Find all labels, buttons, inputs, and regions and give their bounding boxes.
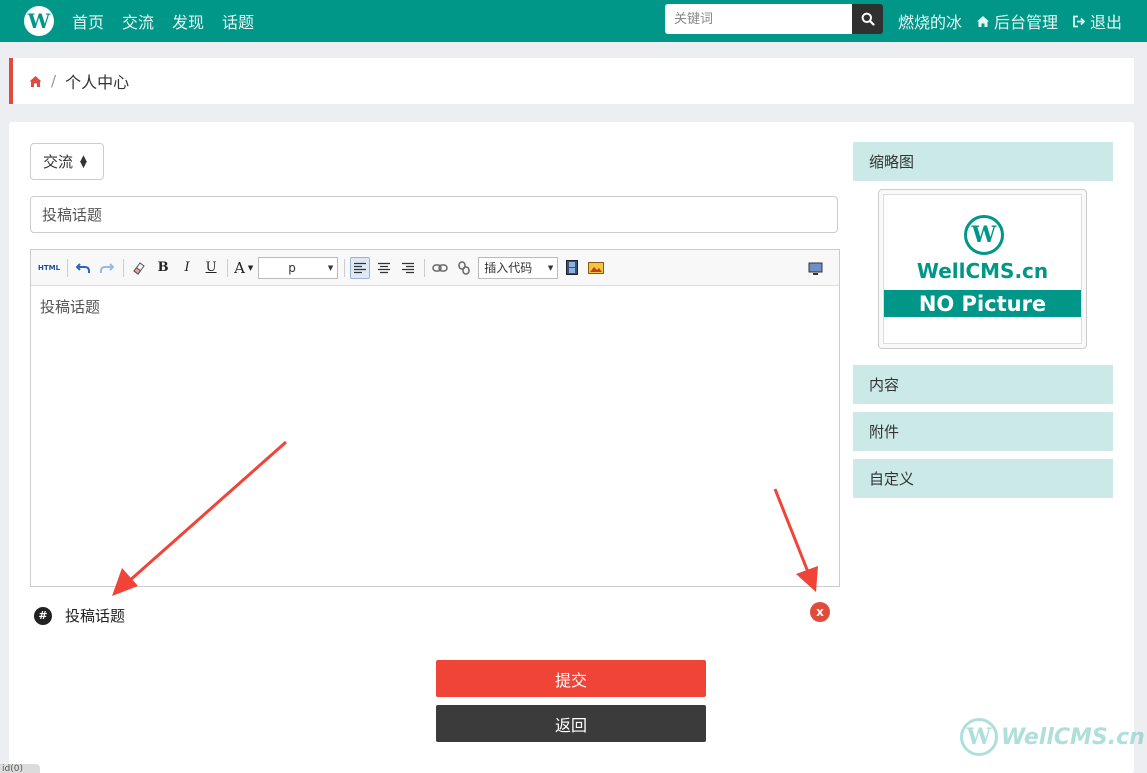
toolbar-divider (123, 258, 125, 277)
nav-admin-link[interactable]: 后台管理 (976, 9, 1058, 33)
thumbnail-brand-text: WellCMS.cn (916, 259, 1049, 283)
align-right-icon (402, 262, 415, 273)
insert-link-button[interactable] (430, 257, 450, 279)
top-navbar: W 首页 交流 发现 话题 燃烧的冰 后台管理 退出 (0, 0, 1147, 42)
bold-button[interactable]: B (153, 257, 173, 279)
topic-tag: # 投稿话题 (34, 605, 125, 626)
status-hint: id(0) (0, 764, 40, 773)
editor-toolbar: HTML B I U A ▼ p ▼ 插入代码 ▼ (31, 250, 839, 286)
sort-caret-icon: ▲ ▼ (80, 153, 87, 170)
no-picture-label: NO Picture (884, 290, 1081, 317)
redo-icon (100, 262, 115, 273)
search-box (665, 4, 883, 34)
insert-video-button[interactable] (562, 257, 582, 279)
toolbar-divider (344, 258, 346, 277)
dropdown-caret-icon: ▼ (327, 263, 334, 272)
align-right-button[interactable] (398, 257, 418, 279)
site-logo[interactable]: W (24, 6, 54, 36)
toolbar-divider (67, 258, 69, 277)
html-label: HTML (38, 263, 61, 272)
forum-select[interactable]: 交流 ▲ ▼ (30, 143, 104, 180)
rich-text-editor: HTML B I U A ▼ p ▼ 插入代码 ▼ 投稿话题 (30, 249, 840, 587)
paragraph-format-value: p (288, 260, 296, 275)
dropdown-caret-icon: ▼ (247, 263, 254, 272)
font-color-button[interactable]: A ▼ (233, 257, 254, 279)
italic-button[interactable]: I (177, 257, 197, 279)
fullscreen-button[interactable] (805, 258, 825, 280)
back-button[interactable]: 返回 (436, 705, 706, 742)
custom-section-header[interactable]: 自定义 (853, 459, 1113, 498)
align-center-icon (378, 262, 391, 273)
search-icon (861, 12, 875, 26)
hashtag-icon: # (34, 606, 52, 625)
film-icon (566, 260, 579, 275)
image-icon (588, 261, 605, 274)
submit-button[interactable]: 提交 (436, 660, 706, 697)
thumbnail-section-header[interactable]: 缩略图 (853, 142, 1113, 181)
undo-button[interactable] (73, 257, 93, 279)
undo-icon (76, 262, 91, 273)
thumbnail-preview[interactable]: W WellCMS.cn NO Picture (878, 189, 1087, 349)
nav-logout-link[interactable]: 退出 (1072, 9, 1122, 33)
home-icon[interactable] (28, 75, 43, 88)
nav-user-label: 燃烧的冰 (898, 13, 963, 32)
underline-button[interactable]: U (201, 257, 221, 279)
nav-logout-label: 退出 (1090, 13, 1123, 32)
nav-link-forum[interactable]: 交流 (122, 9, 154, 33)
remove-tag-button[interactable]: x (810, 602, 830, 622)
content-section-header[interactable]: 内容 (853, 365, 1113, 404)
dropdown-caret-icon: ▼ (547, 263, 554, 272)
sign-out-icon (1073, 15, 1086, 27)
eraser-icon (133, 261, 145, 275)
paragraph-format-select[interactable]: p ▼ (258, 256, 339, 279)
align-left-button[interactable] (350, 256, 371, 279)
eraser-button[interactable] (129, 257, 149, 279)
home-icon (977, 15, 990, 27)
forum-select-value: 交流 (43, 153, 74, 171)
insert-code-label: 插入代码 (484, 261, 533, 275)
redo-button[interactable] (97, 257, 117, 279)
wellcms-watermark: W WellCMS.cn (960, 718, 1145, 756)
content-section-label: 内容 (869, 376, 900, 394)
insert-code-select[interactable]: 插入代码 ▼ (478, 256, 559, 279)
watermark-text: WellCMS.cn (1001, 724, 1145, 750)
breadcrumb-current: 个人中心 (65, 73, 130, 92)
search-button[interactable] (852, 4, 883, 34)
insert-image-button[interactable] (586, 257, 606, 279)
nav-link-topics[interactable]: 话题 (222, 9, 254, 33)
nav-user-link[interactable]: 燃烧的冰 (898, 9, 962, 33)
search-input[interactable] (665, 4, 852, 34)
breadcrumb: / 个人中心 (9, 58, 1134, 104)
custom-section-label: 自定义 (869, 470, 915, 488)
watermark-logo-icon: W (960, 718, 998, 756)
align-center-button[interactable] (374, 257, 394, 279)
nav-links: 首页 交流 发现 话题 (72, 9, 272, 33)
monitor-icon (808, 262, 822, 275)
breadcrumb-separator: / (51, 72, 57, 90)
nav-link-home[interactable]: 首页 (72, 9, 104, 33)
align-left-icon (354, 262, 367, 273)
thumbnail-placeholder-image: W WellCMS.cn NO Picture (883, 194, 1082, 344)
attachment-section-label: 附件 (869, 423, 900, 441)
nav-link-discover[interactable]: 发现 (172, 9, 204, 33)
topic-tag-label: 投稿话题 (65, 607, 126, 625)
font-color-label: A (234, 258, 245, 277)
editor-content[interactable]: 投稿话题 (31, 286, 839, 327)
unlink-button[interactable] (454, 257, 474, 279)
thumbnail-section-label: 缩略图 (869, 153, 915, 171)
toolbar-divider (424, 258, 426, 277)
post-editor-card: 交流 ▲▼ HTML B I U A ▼ (9, 122, 1134, 773)
nav-user-area: 燃烧的冰 后台管理 退出 (898, 0, 1136, 42)
attachment-section-header[interactable]: 附件 (853, 412, 1113, 451)
html-source-button[interactable]: HTML (37, 257, 61, 279)
link-icon (432, 263, 449, 272)
title-input[interactable] (30, 196, 838, 233)
unlink-icon (458, 260, 471, 275)
nav-admin-label: 后台管理 (994, 13, 1059, 32)
wellcms-logo: W (964, 215, 1004, 255)
toolbar-divider (227, 258, 229, 277)
